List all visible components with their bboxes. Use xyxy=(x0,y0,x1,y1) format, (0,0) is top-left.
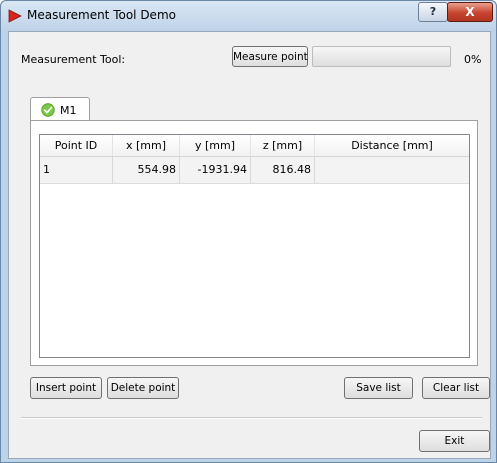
table-row[interactable]: 1 554.98 -1931.94 816.48 xyxy=(40,157,469,184)
delete-point-button[interactable]: Delete point xyxy=(107,377,179,399)
cell-z[interactable]: 816.48 xyxy=(251,157,315,183)
main-window: Measurement Tool Demo ? X Measurement To… xyxy=(0,0,497,463)
cell-distance[interactable] xyxy=(315,157,469,183)
table-header: Point ID x [mm] y [mm] z [mm] Distance [… xyxy=(40,135,469,157)
column-header-y[interactable]: y [mm] xyxy=(180,135,251,156)
footer-separator xyxy=(21,417,482,419)
column-header-point-id[interactable]: Point ID xyxy=(40,135,113,156)
measurement-tool-label: Measurement Tool: xyxy=(21,53,126,66)
save-list-button[interactable]: Save list xyxy=(344,377,413,399)
cell-point-id[interactable]: 1 xyxy=(40,157,113,183)
measure-point-button[interactable]: Measure point xyxy=(232,46,308,67)
insert-point-button[interactable]: Insert point xyxy=(30,377,102,399)
window-title: Measurement Tool Demo xyxy=(27,8,176,22)
help-button[interactable]: ? xyxy=(418,2,448,22)
column-header-x[interactable]: x [mm] xyxy=(113,135,180,156)
title-bar[interactable]: Measurement Tool Demo ? X xyxy=(1,1,496,31)
cell-y[interactable]: -1931.94 xyxy=(180,157,251,183)
points-table[interactable]: Point ID x [mm] y [mm] z [mm] Distance [… xyxy=(39,134,470,358)
cell-x[interactable]: 554.98 xyxy=(113,157,180,183)
progress-percent: 0% xyxy=(464,53,482,66)
checkmark-icon xyxy=(41,103,55,117)
clear-list-button[interactable]: Clear list xyxy=(422,377,490,399)
measurement-progress-bar xyxy=(312,46,451,67)
column-header-distance[interactable]: Distance [mm] xyxy=(315,135,469,156)
close-button[interactable]: X xyxy=(447,2,493,22)
exit-button[interactable]: Exit xyxy=(419,430,490,452)
tab-label: M1 xyxy=(60,104,77,117)
app-icon xyxy=(8,9,22,23)
column-header-z[interactable]: z [mm] xyxy=(251,135,315,156)
tab-m1[interactable]: M1 xyxy=(30,97,90,121)
